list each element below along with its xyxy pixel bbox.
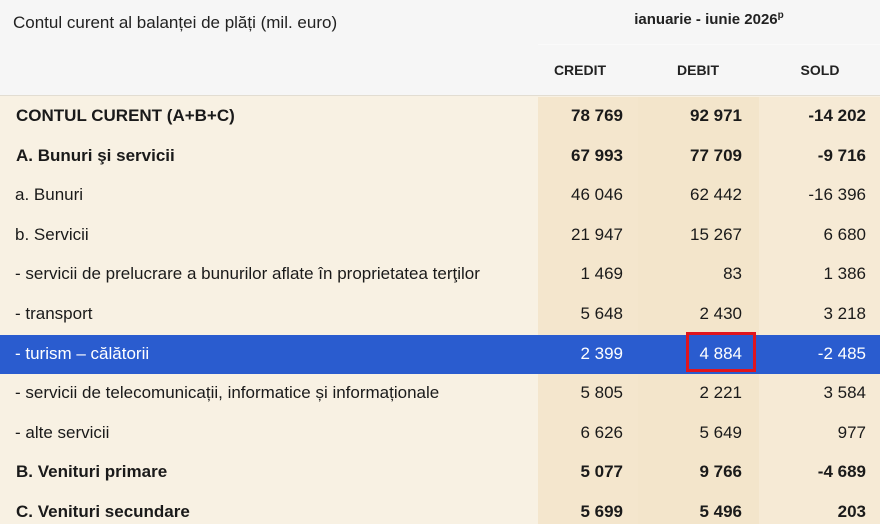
column-header-debit: DEBIT (677, 62, 719, 78)
credit-value: 5 077 (580, 462, 623, 482)
credit-value: 78 769 (571, 106, 623, 125)
debit-value: 5 649 (699, 422, 742, 442)
sold-value: -16 396 (808, 185, 866, 205)
sold-value: -14 202 (808, 106, 866, 125)
table-row[interactable]: A. Bunuri şi servicii 67 993 77 709 -9 716 (0, 137, 880, 177)
credit-value: 2 399 (580, 343, 623, 363)
period-label: ianuarie - iunie 2026 (634, 11, 778, 28)
row-label: b. Servicii (15, 224, 89, 244)
credit-value: 5 805 (580, 383, 623, 403)
credit-value: 46 046 (571, 185, 623, 205)
table-row[interactable]: - transport 5 648 2 430 3 218 (0, 295, 880, 335)
balance-of-payments-table: Contul curent al balanței de plăți (mil.… (0, 0, 880, 524)
table-row[interactable]: - turism – călătorii 2 399 4 884 -2 485 (0, 331, 880, 375)
table-row[interactable]: C. Venituri secundare 5 699 5 496 203 (0, 493, 880, 524)
debit-value: 77 709 (690, 145, 742, 165)
debit-value: 2 221 (699, 383, 742, 403)
credit-value: 5 699 (580, 502, 623, 521)
row-label: A. Bunuri şi servicii (16, 145, 175, 165)
selected-cell-outline (686, 331, 756, 372)
credit-value: 1 469 (580, 264, 623, 284)
period-note: p (777, 10, 784, 21)
sold-value: 1 386 (823, 264, 866, 284)
sold-value: 3 584 (823, 383, 866, 403)
row-label: - alte servicii (15, 422, 110, 442)
credit-value: 5 648 (580, 304, 623, 323)
credit-value: 67 993 (571, 145, 623, 165)
table-row[interactable]: - alte servicii 6 626 5 649 977 (0, 414, 880, 454)
sold-value: -4 689 (817, 462, 866, 482)
row-label: C. Venituri secundare (16, 502, 190, 521)
credit-value: 6 626 (580, 422, 623, 442)
debit-value: 2 430 (699, 304, 742, 323)
table-row[interactable]: - servicii de telecomunicații, informati… (0, 374, 880, 414)
debit-value: 9 766 (699, 462, 742, 482)
column-header-credit: CREDIT (553, 62, 607, 78)
row-label: - servicii de prelucrare a bunurilor afl… (15, 264, 480, 284)
table-header: Contul curent al balanței de plăți (mil.… (0, 0, 880, 96)
table-row[interactable]: a. Bunuri 46 046 62 442 -16 396 (0, 176, 880, 216)
row-label: - turism – călătorii (15, 343, 150, 363)
row-label: - servicii de telecomunicații, informati… (15, 383, 440, 403)
table-row[interactable]: B. Venituri primare 5 077 9 766 -4 689 (0, 453, 880, 493)
sold-value: 977 (837, 422, 866, 442)
period-divider (538, 44, 880, 45)
debit-value: 5 496 (699, 502, 742, 521)
sold-value: 203 (837, 502, 866, 521)
credit-value: 21 947 (571, 224, 623, 244)
row-label: B. Venituri primare (16, 462, 168, 482)
column-header-sold: SOLD (800, 62, 840, 78)
table-title: Contul curent al balanței de plăți (mil.… (13, 13, 338, 32)
debit-value: 92 971 (690, 106, 742, 125)
debit-value: 83 (723, 264, 742, 284)
sold-value: 3 218 (823, 304, 866, 323)
row-label: - transport (15, 304, 93, 323)
table-row[interactable]: CONTUL CURENT (A+B+C) 78 769 92 971 -14 202 (0, 97, 880, 137)
sold-value: -2 485 (817, 343, 866, 363)
debit-value: 62 442 (690, 185, 742, 205)
table-row[interactable]: b. Servicii 21 947 15 267 6 680 (0, 216, 880, 256)
sold-value: 6 680 (823, 224, 866, 244)
sold-value: -9 716 (817, 145, 866, 165)
row-label: CONTUL CURENT (A+B+C) (16, 106, 235, 125)
period-heading: ianuarie - iunie 2026p (538, 10, 880, 28)
debit-value: 15 267 (690, 224, 742, 244)
row-label: a. Bunuri (15, 185, 84, 205)
table-row[interactable]: - servicii de prelucrare a bunurilor afl… (0, 255, 880, 295)
